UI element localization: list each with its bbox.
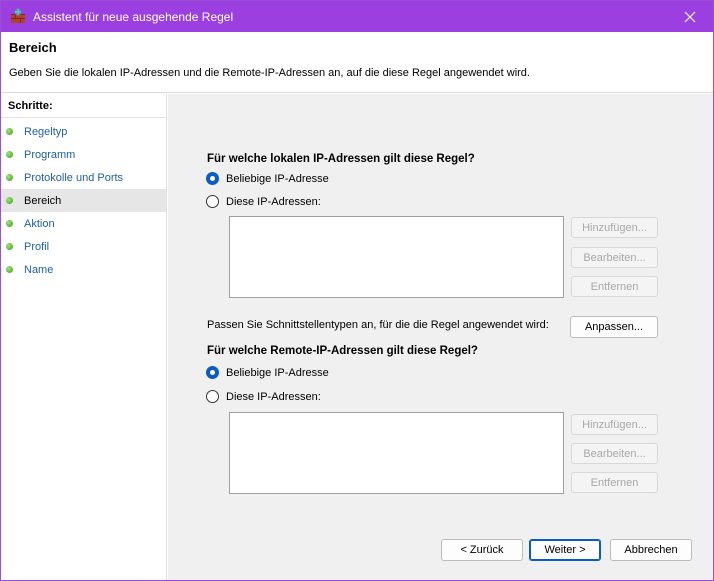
close-button[interactable]	[667, 1, 713, 32]
page-title: Bereich	[9, 40, 57, 55]
step-label: Aktion	[24, 217, 55, 230]
local-add-button[interactable]: Hinzufügen...	[571, 217, 658, 238]
wizard-window: Assistent für neue ausgehende Regel Bere…	[0, 0, 714, 581]
page-header: Bereich Geben Sie die lokalen IP-Adresse…	[1, 32, 713, 93]
remote-ip-list[interactable]	[229, 412, 564, 494]
step-label: Profil	[24, 240, 50, 253]
step-status-icon	[6, 128, 13, 135]
steps-heading: Schritte:	[1, 94, 167, 118]
remote-add-button[interactable]: Hinzufügen...	[571, 414, 658, 435]
local-any-ip-label: Beliebige IP-Adresse	[226, 172, 329, 185]
remote-edit-button[interactable]: Bearbeiten...	[571, 443, 658, 464]
close-icon	[684, 11, 696, 22]
step-label: Name	[24, 263, 54, 276]
step-protokolle-und-ports[interactable]: Protokolle und Ports	[1, 166, 166, 189]
step-label: Bereich	[24, 194, 62, 207]
remote-these-ip-label: Diese IP-Adressen:	[226, 390, 321, 403]
step-label: Programm	[24, 148, 76, 161]
step-status-icon	[6, 151, 13, 158]
step-status-icon	[6, 266, 13, 273]
step-label: Protokolle und Ports	[24, 171, 124, 184]
customize-button[interactable]: Anpassen...	[570, 316, 658, 338]
remote-any-ip-label: Beliebige IP-Adresse	[226, 366, 329, 379]
next-button[interactable]: Weiter >	[529, 539, 601, 561]
interface-types-text: Passen Sie Schnittstellentypen an, für d…	[207, 319, 549, 331]
remote-remove-button[interactable]: Entfernen	[571, 472, 658, 493]
radio-indicator	[206, 366, 219, 379]
step-label: Regeltyp	[24, 125, 68, 138]
scope-panel: Für welche lokalen IP-Adressen gilt dies…	[168, 94, 713, 580]
local-remove-button[interactable]: Entfernen	[571, 276, 658, 297]
firewall-icon	[11, 8, 25, 23]
radio-indicator	[206, 195, 219, 208]
step-status-icon	[6, 174, 13, 181]
steps-sidebar: Schritte: Regeltyp Programm Protokolle u…	[1, 94, 167, 580]
step-status-icon	[6, 197, 13, 204]
remote-these-ip-radio[interactable]: Diese IP-Adressen:	[206, 390, 321, 403]
back-button[interactable]: < Zurück	[441, 539, 523, 561]
remote-any-ip-radio[interactable]: Beliebige IP-Adresse	[206, 366, 329, 379]
step-profil[interactable]: Profil	[1, 235, 166, 258]
remote-ip-question: Für welche Remote-IP-Adressen gilt diese…	[207, 345, 478, 357]
step-status-icon	[6, 220, 13, 227]
local-ip-question: Für welche lokalen IP-Adressen gilt dies…	[207, 153, 475, 165]
step-programm[interactable]: Programm	[1, 143, 166, 166]
local-any-ip-radio[interactable]: Beliebige IP-Adresse	[206, 172, 329, 185]
radio-indicator	[206, 390, 219, 403]
step-bereich[interactable]: Bereich	[1, 189, 166, 212]
local-these-ip-radio[interactable]: Diese IP-Adressen:	[206, 195, 321, 208]
radio-indicator	[206, 172, 219, 185]
title-bar: Assistent für neue ausgehende Regel	[1, 1, 713, 32]
local-these-ip-label: Diese IP-Adressen:	[226, 195, 321, 208]
step-status-icon	[6, 243, 13, 250]
step-name[interactable]: Name	[1, 258, 166, 281]
local-edit-button[interactable]: Bearbeiten...	[571, 247, 658, 268]
local-ip-list[interactable]	[229, 216, 564, 298]
step-regeltyp[interactable]: Regeltyp	[1, 120, 166, 143]
step-aktion[interactable]: Aktion	[1, 212, 166, 235]
window-title: Assistent für neue ausgehende Regel	[33, 10, 234, 24]
cancel-button[interactable]: Abbrechen	[610, 539, 692, 561]
page-description: Geben Sie die lokalen IP-Adressen und di…	[9, 67, 530, 79]
